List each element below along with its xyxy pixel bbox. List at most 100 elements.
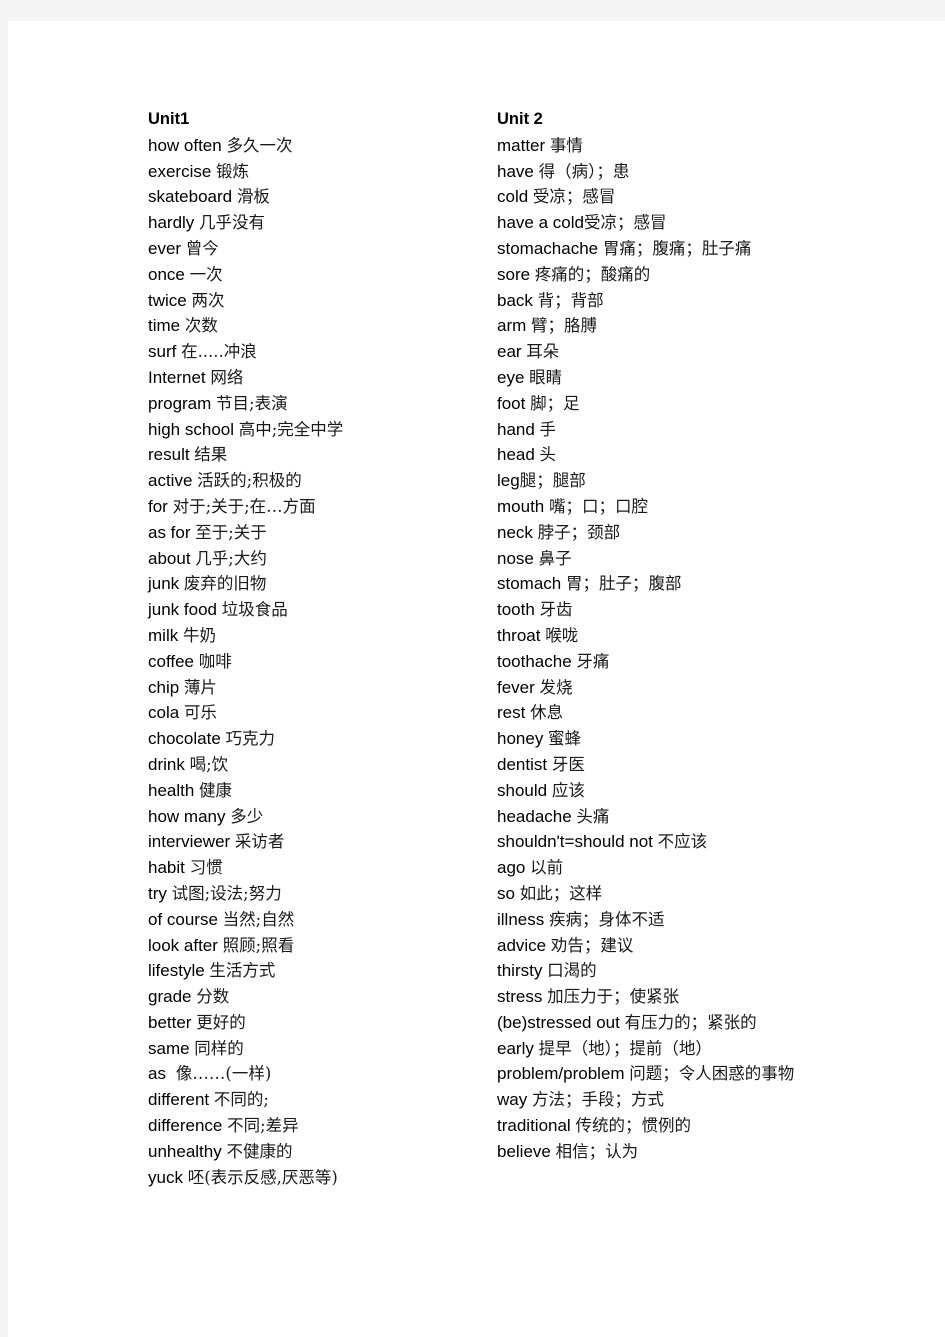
entry-translation: 呸(表示反感,厌恶等) [187, 1167, 338, 1187]
entry-translation: 在.....冲浪 [181, 342, 257, 362]
entry-translation: 胃；肚子；腹部 [565, 574, 682, 594]
entry-term: have a cold [497, 213, 584, 233]
entry-term: stomachache [497, 238, 603, 258]
entry-translation: 疾病；身体不适 [548, 909, 665, 929]
entry-term: interviewer [148, 832, 235, 852]
entry-term: early [497, 1038, 539, 1058]
vocabulary-entry: lifestyle 生活方式 [148, 958, 488, 984]
entry-term: result [148, 445, 195, 465]
entry-term: problem/problem [497, 1064, 630, 1084]
vocabulary-entry: different 不同的; [148, 1087, 488, 1113]
entry-translation: 习惯 [189, 858, 223, 878]
entry-translation: 不同;差异 [227, 1116, 299, 1136]
entry-list-unit1: how often 多久一次 exercise 锻炼 skateboard 滑板 ha… [148, 133, 488, 1191]
vocabulary-entry: exercise 锻炼 [148, 159, 488, 185]
entry-term: traditional [497, 1116, 576, 1136]
vocabulary-entry: same 同样的 [148, 1036, 488, 1062]
vocabulary-entry: surf 在.....冲浪 [148, 339, 488, 365]
entry-term: of course [148, 909, 223, 929]
entry-translation: 加压力于；使紧张 [547, 987, 680, 1007]
entry-translation: 活跃的;积极的 [197, 471, 302, 491]
entry-translation: 嘴；口；口腔 [548, 496, 648, 516]
entry-term: (be)stressed out [497, 1012, 625, 1032]
entry-term: lifestyle [148, 961, 210, 981]
entry-term: rest [497, 703, 531, 723]
entry-translation: 休息 [530, 703, 564, 723]
entry-term: sore [497, 264, 535, 284]
entry-translation: 至于;关于 [195, 522, 267, 542]
entry-term: back [497, 290, 538, 310]
vocabulary-entry: foot 脚；足 [497, 391, 827, 417]
entry-term: so [497, 883, 520, 903]
entry-term: headache [497, 806, 577, 826]
vocabulary-entry: unhealthy 不健康的 [148, 1139, 488, 1165]
entry-term: stomach [497, 574, 566, 594]
entry-translation: 腿；腿部 [519, 471, 586, 491]
vocabulary-entry: Internet 网络 [148, 365, 488, 391]
entry-translation: 手 [539, 419, 557, 439]
entry-translation: 可乐 [183, 703, 217, 723]
vocabulary-entry: time 次数 [148, 313, 488, 339]
vocabulary-entry: illness 疾病；身体不适 [497, 907, 827, 933]
entry-term: dentist [497, 754, 552, 774]
entry-term: neck [497, 522, 538, 542]
entry-translation: 照顾;照看 [222, 935, 295, 955]
entry-translation: 受凉；感冒 [532, 187, 616, 207]
vocabulary-entry: junk food 垃圾食品 [148, 597, 488, 623]
entry-term: Internet [148, 367, 211, 387]
entry-translation: 一次 [189, 264, 223, 284]
vocabulary-entry: active 活跃的;积极的 [148, 468, 488, 494]
entry-term: believe [497, 1141, 556, 1161]
entry-term: head [497, 445, 540, 465]
entry-term: as for [148, 522, 196, 542]
entry-term: grade [148, 987, 197, 1007]
entry-translation: 劝告；建议 [550, 935, 634, 955]
entry-term: toothache [497, 651, 577, 671]
vocabulary-entry: early 提早（地）；提前（地） [497, 1036, 827, 1062]
vocabulary-entry: look after 照顾;照看 [148, 933, 488, 959]
entry-translation: 不应该 [657, 832, 708, 852]
vocabulary-entry: head 头 [497, 442, 827, 468]
vocabulary-entry: habit 习惯 [148, 855, 488, 881]
vocabulary-entry: better 更好的 [148, 1010, 488, 1036]
entry-term: about [148, 548, 196, 568]
entry-translation: 脚；足 [530, 393, 580, 413]
vocabulary-entry: dentist 牙医 [497, 752, 827, 778]
entry-translation: 受凉；感冒 [583, 213, 667, 233]
vocabulary-entry: nose 鼻子 [497, 546, 827, 572]
entry-translation: 不健康的 [226, 1141, 293, 1161]
entry-translation: 事情 [549, 135, 583, 155]
entry-translation: 薄片 [183, 677, 217, 697]
entry-term: ago [497, 858, 531, 878]
entry-translation: 如此；这样 [519, 883, 603, 903]
vocabulary-entry: how many 多少 [148, 804, 488, 830]
entry-term: have [497, 161, 539, 181]
entry-term: twice [148, 290, 192, 310]
vocabulary-entry: tooth 牙齿 [497, 597, 827, 623]
vocabulary-column-unit2: Unit 2 matter 事情 have 得（病）；患 cold 受凉；感冒 hav… [497, 107, 827, 1165]
entry-translation: 问题；令人困惑的事物 [629, 1064, 795, 1084]
vocabulary-entry: for 对于;关于;在…方面 [148, 494, 488, 520]
vocabulary-entry: back 背；背部 [497, 288, 827, 314]
entry-translation: 牙痛 [576, 651, 610, 671]
entry-term: how often [148, 135, 227, 155]
entry-translation: 方法；手段；方式 [531, 1090, 664, 1110]
entry-term: ear [497, 342, 527, 362]
entry-term: exercise [148, 161, 217, 181]
entry-translation: 高中;完全中学 [238, 419, 344, 439]
vocabulary-entry: try 试图;设法;努力 [148, 881, 488, 907]
entry-term: stress [497, 987, 548, 1007]
vocabulary-entry: eye 眼睛 [497, 365, 827, 391]
entry-term: foot [497, 393, 531, 413]
vocabulary-entry: so 如此；这样 [497, 881, 827, 907]
vocabulary-entry: twice 两次 [148, 288, 488, 314]
entry-translation: 牙医 [551, 754, 585, 774]
vocabulary-entry: chocolate 巧克力 [148, 726, 488, 752]
entry-translation: 胃痛；腹痛；肚子痛 [602, 238, 752, 258]
entry-translation: 喉咙 [545, 625, 579, 645]
entry-translation: 发烧 [539, 677, 573, 697]
entry-term: honey [497, 729, 549, 749]
entry-term: surf [148, 342, 182, 362]
entry-translation: 健康 [199, 780, 233, 800]
entry-translation: 锻炼 [216, 161, 250, 181]
